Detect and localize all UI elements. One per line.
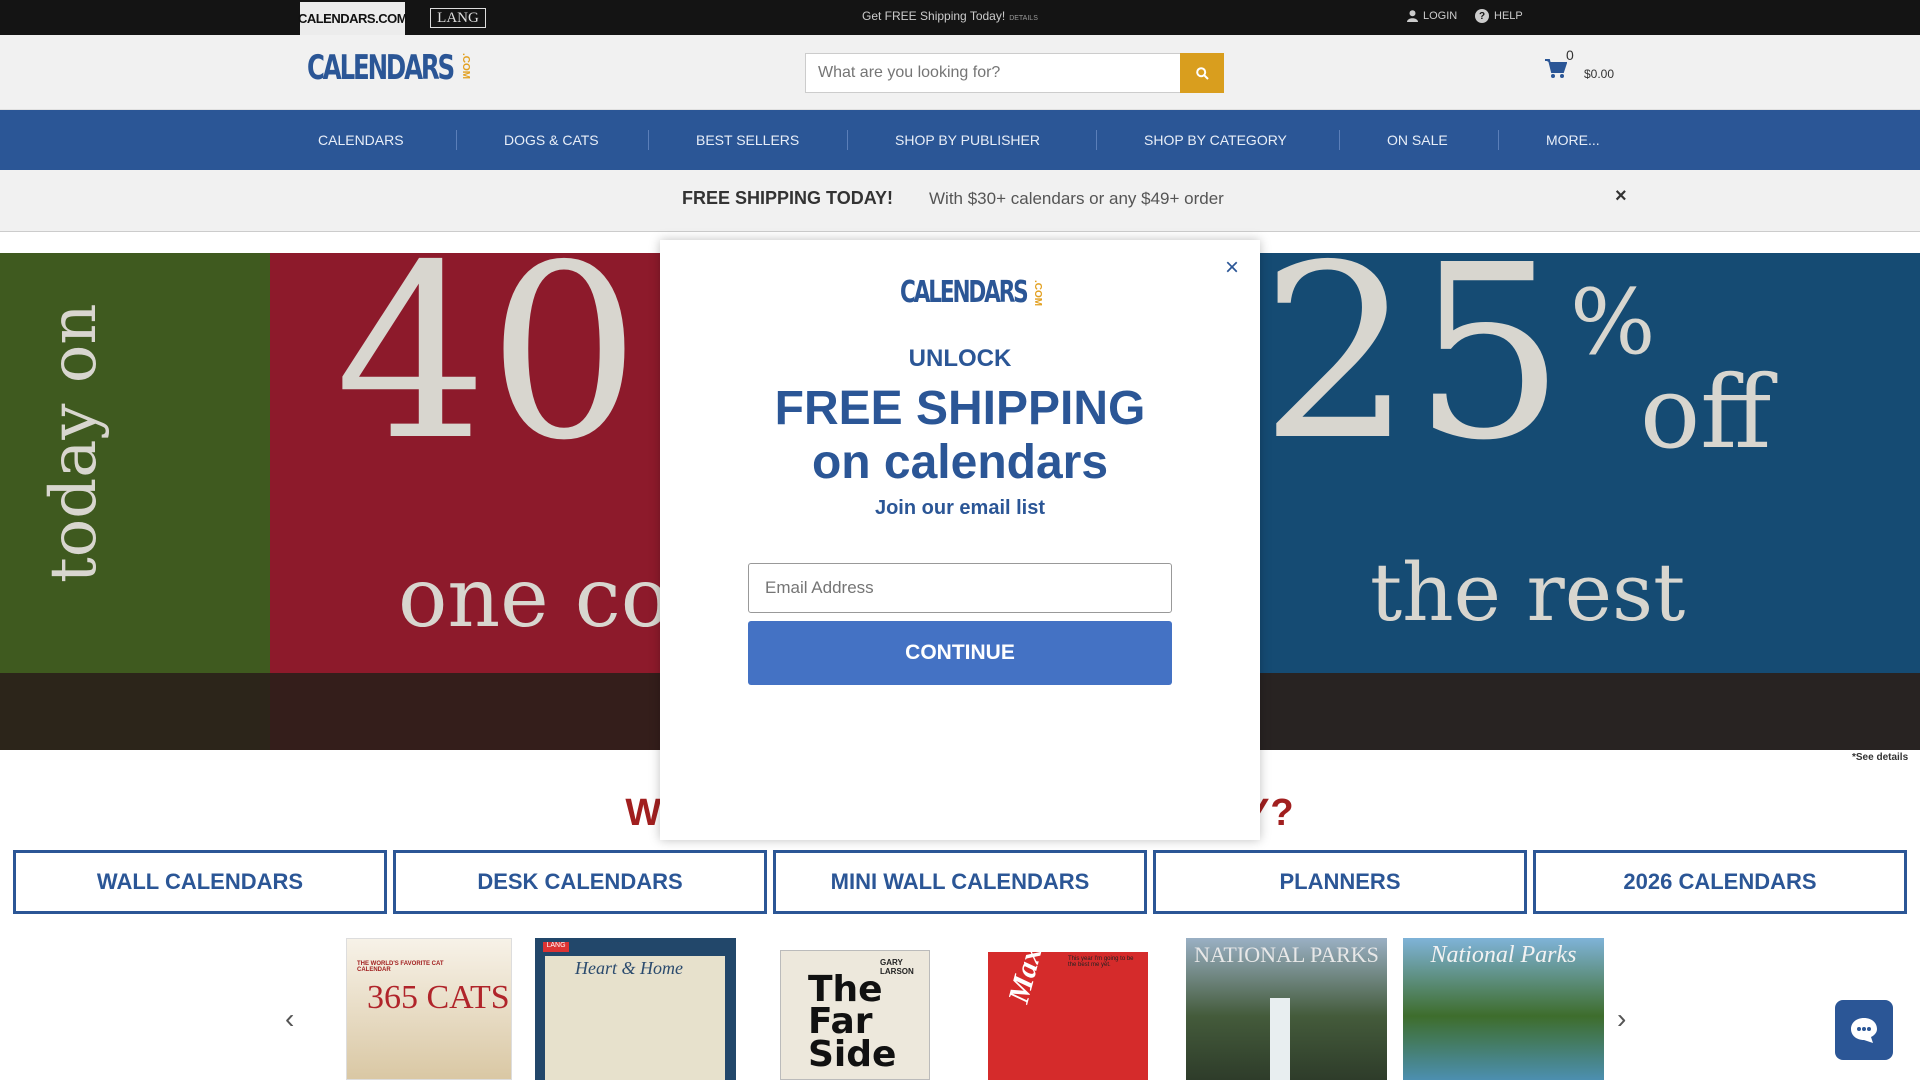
modal-close-icon[interactable]: × [1225,254,1239,282]
continue-button[interactable]: CONTINUE [748,621,1172,685]
modal-headline-line1: FREE SHIPPING [774,382,1146,435]
modal-logo: CALENDARS .COM [900,278,1043,308]
email-field[interactable] [748,563,1172,613]
modal-headline-line2: on calendars [811,436,1109,489]
modal-subhead: Join our email list [874,497,1046,519]
modal-logo-text: CALENDARS [900,275,1029,310]
modal-logo-suffix: .COM [1031,280,1043,307]
email-signup-modal [660,240,1260,840]
modal-unlock-text: UNLOCK [908,345,1012,372]
